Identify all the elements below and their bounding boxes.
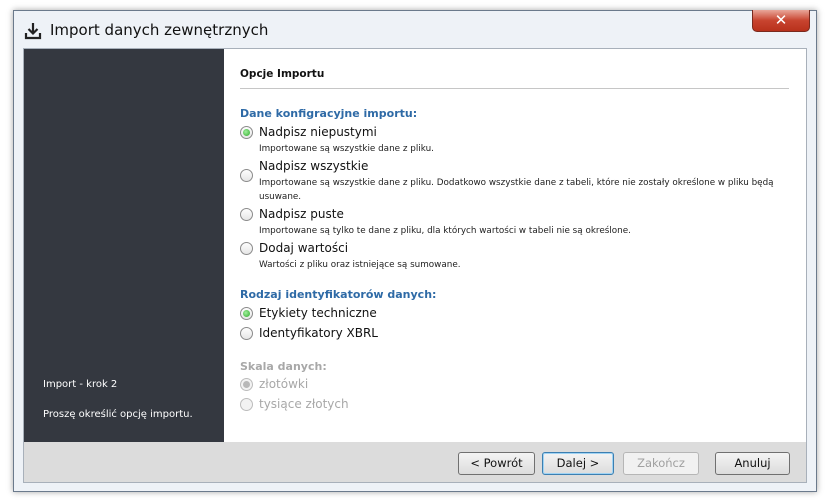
option-label: tysiące złotych [259,397,349,411]
radio-thousands-zlotys [240,398,253,411]
wizard-sidebar: Import - krok 2 Proszę określić opcję im… [24,49,224,442]
option-label: Identyfikatory XBRL [259,326,378,340]
import-dialog-window: Import danych zewnętrznych ✕ Import - kr… [13,10,817,492]
option-label: Etykiety techniczne [259,306,377,320]
dialog-client-area: Import - krok 2 Proszę określić opcję im… [23,48,807,483]
title-bar[interactable]: Import danych zewnętrznych ✕ [14,10,816,51]
option-label: Nadpisz wszystkie [259,159,369,173]
radio-overwrite-all[interactable] [240,169,253,182]
cancel-button[interactable]: Anuluj [715,452,790,475]
close-icon: ✕ [774,11,788,29]
finish-button: Zakończ [623,452,699,475]
radio-zlotys [240,378,253,391]
section-divider [240,88,789,89]
option-label: złotówki [259,377,309,391]
next-button[interactable]: Dalej > [542,452,614,475]
section-title: Opcje Importu [240,68,325,80]
import-config-group-title: Dane konfigracyjne importu: [240,107,418,120]
wizard-step-label: Import - krok 2 [43,379,118,390]
radio-xbrl-identifiers[interactable] [240,327,253,340]
option-description: Importowane są tylko te dane z pliku, dl… [259,226,631,236]
radio-overwrite-empty[interactable] [240,208,253,221]
option-description: Importowane są wszystkie dane z pliku. D… [259,178,774,202]
option-label: Nadpisz puste [259,207,344,221]
radio-overwrite-nonempty[interactable] [240,126,253,139]
download-icon [24,23,42,40]
option-label: Dodaj wartości [259,241,349,255]
identifier-type-group-title: Rodzaj identyfikatorów danych: [240,288,437,301]
back-button[interactable]: < Powrót [458,452,535,475]
option-description: Wartości z pliku oraz istniejące są sumo… [259,260,461,270]
wizard-step-message: Proszę określić opcję importu. [43,409,193,420]
options-panel: Opcje Importu Dane konfigracyjne importu… [224,49,806,442]
radio-add-values[interactable] [240,242,253,255]
option-description: Importowane są wszystkie dane z pliku. [259,144,434,154]
data-scale-group-title: Skala danych: [240,360,327,373]
wizard-footer: < Powrót Dalej > Zakończ Anuluj [24,442,806,482]
window-title: Import danych zewnętrznych [50,21,269,39]
close-button[interactable]: ✕ [752,10,810,32]
radio-technical-labels[interactable] [240,307,253,320]
option-label: Nadpisz niepustymi [259,125,377,139]
